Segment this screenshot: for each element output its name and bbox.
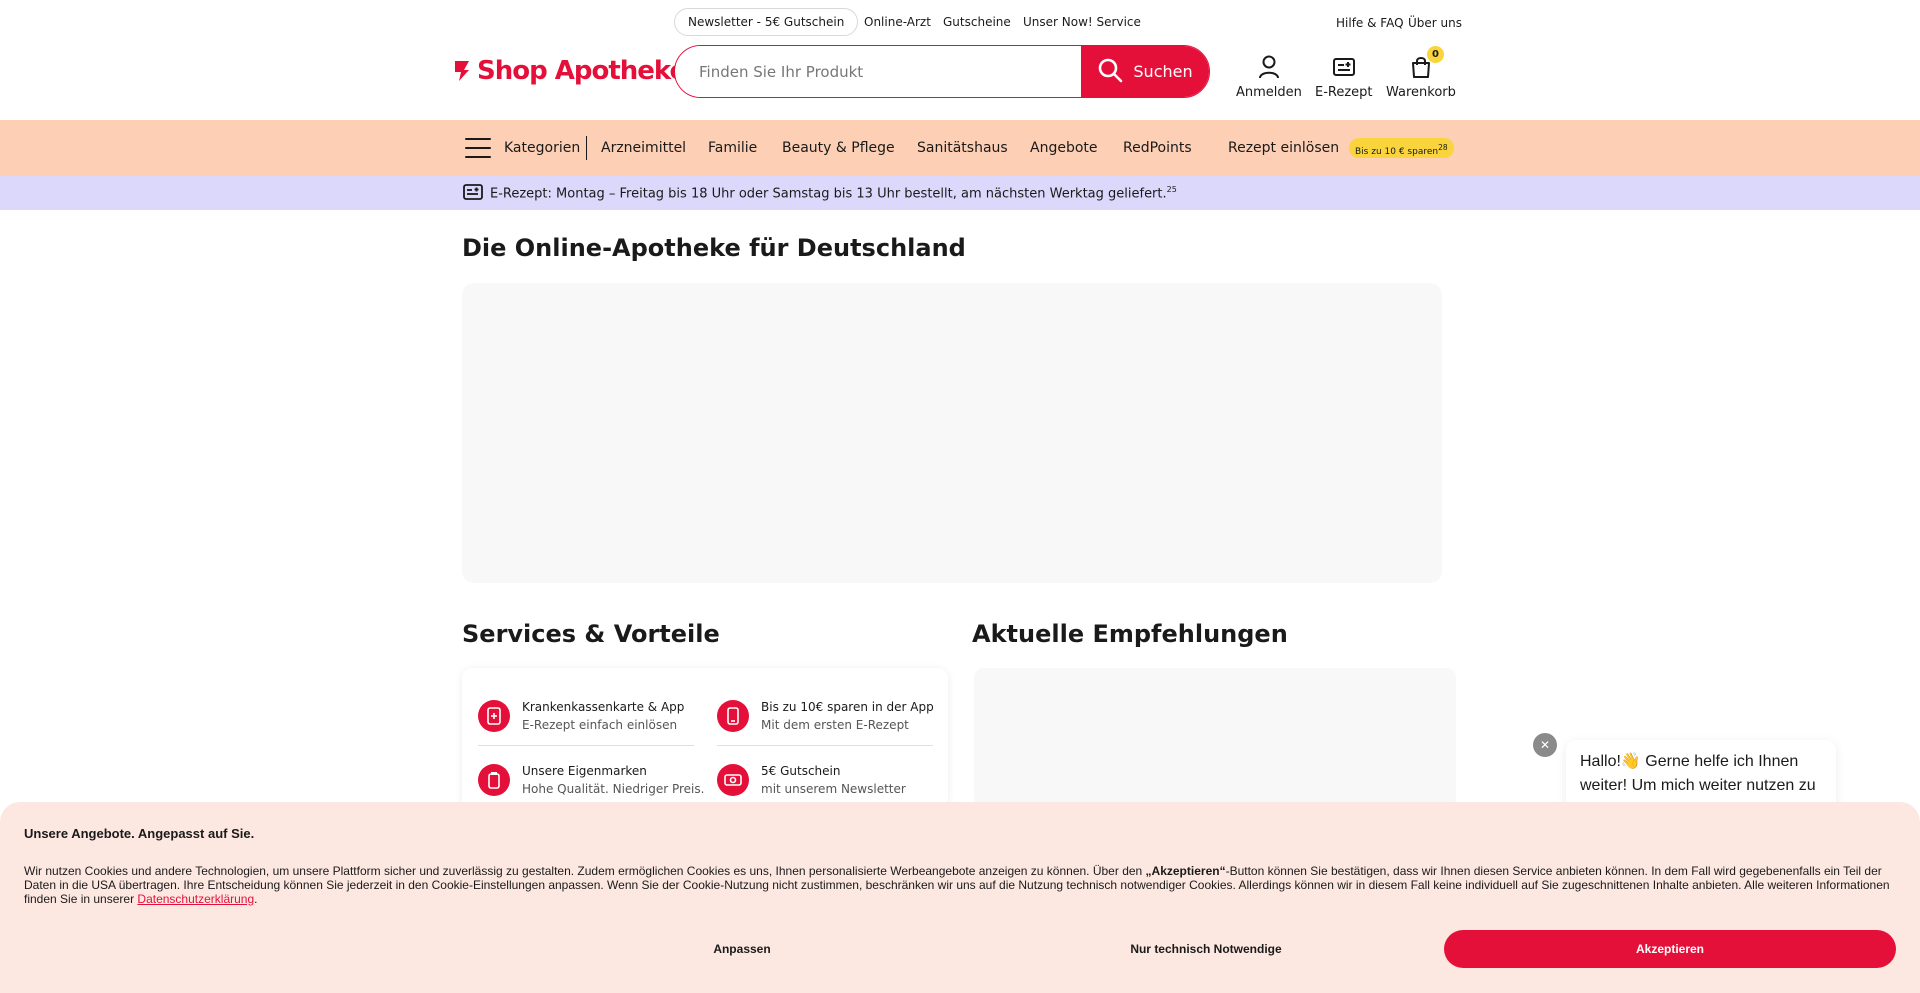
cart-label: Warenkorb xyxy=(1386,85,1456,100)
promo-text: Bis zu 10 € sparen xyxy=(1355,147,1439,157)
service-subtitle: E-Rezept einfach einlösen xyxy=(522,718,678,732)
search-input[interactable] xyxy=(675,46,1081,97)
newsletter-link[interactable]: Newsletter - 5€ Gutschein xyxy=(674,8,859,36)
own-brand-icon xyxy=(478,764,510,796)
cookie-text-part: Wir nutzen Cookies und andere Technologi… xyxy=(24,864,1146,878)
logo-mark-icon xyxy=(452,59,472,83)
shop-logo[interactable]: Shop Apotheke xyxy=(452,56,687,86)
cookie-text-bold: „Akzeptieren“ xyxy=(1145,864,1226,878)
online-arzt-link[interactable]: Online-Arzt xyxy=(864,15,931,29)
login-button[interactable]: Anmelden xyxy=(1236,54,1302,100)
nav-arzneimittel[interactable]: Arzneimittel xyxy=(601,120,686,176)
now-service-link[interactable]: Unser Now! Service xyxy=(1023,15,1141,29)
shopping-bag-icon: 0 xyxy=(1410,46,1444,80)
cookie-accept-button[interactable]: Akzeptieren xyxy=(1444,930,1896,968)
ueber-uns-link[interactable]: Über uns xyxy=(1408,16,1462,30)
gutscheine-link[interactable]: Gutscheine xyxy=(943,15,1011,29)
erezept-info-message: E-Rezept: Montag – Freitag bis 18 Uhr od… xyxy=(490,186,1167,202)
service-title: 5€ Gutschein xyxy=(761,764,841,778)
service-title: Krankenkassenkarte & App xyxy=(522,700,685,714)
promo-footnote: 28 xyxy=(1438,143,1448,152)
recommendations-placeholder xyxy=(974,668,1456,808)
erezept-button[interactable]: E-Rezept xyxy=(1315,54,1373,100)
login-label: Anmelden xyxy=(1236,85,1302,100)
erezept-card-icon xyxy=(463,184,483,204)
search-button[interactable]: Suchen xyxy=(1081,46,1209,97)
cookie-title: Unsere Angebote. Angepasst auf Sie. xyxy=(24,826,255,841)
privacy-policy-link[interactable]: Datenschutzerklärung xyxy=(137,892,254,906)
voucher-icon xyxy=(717,764,749,796)
search-icon xyxy=(1097,57,1123,87)
nav-angebote[interactable]: Angebote xyxy=(1030,120,1098,176)
nav-redpoints[interactable]: RedPoints xyxy=(1123,120,1192,176)
service-item[interactable]: Krankenkassenkarte & App E-Rezept einfac… xyxy=(478,690,694,746)
service-title: Unsere Eigenmarken xyxy=(522,764,647,778)
service-title: Bis zu 10€ sparen in der App xyxy=(761,700,934,714)
hamburger-menu-icon[interactable] xyxy=(465,138,491,158)
logo-text: Shop Apotheke xyxy=(477,56,687,86)
services-title: Services & Vorteile xyxy=(462,620,720,648)
app-phone-icon xyxy=(717,700,749,732)
user-icon xyxy=(1258,54,1280,80)
hilfe-faq-link[interactable]: Hilfe & FAQ xyxy=(1336,16,1404,30)
erezept-info-footnote: 25 xyxy=(1166,185,1177,194)
cart-button[interactable]: 0 Warenkorb xyxy=(1386,46,1456,100)
health-card-icon xyxy=(478,700,510,732)
search-bar: Suchen xyxy=(674,45,1210,98)
category-nav: Kategorien Arzneimittel Familie Beauty &… xyxy=(0,120,1920,176)
cookie-text: Wir nutzen Cookies und andere Technologi… xyxy=(24,864,1896,906)
service-subtitle: mit unserem Newsletter xyxy=(761,782,906,796)
nav-sanitaetshaus[interactable]: Sanitätshaus xyxy=(917,120,1008,176)
service-subtitle: Hohe Qualität. Niedriger Preis. xyxy=(522,782,705,796)
nav-rezept-einloesen[interactable]: Rezept einlösen xyxy=(1228,120,1339,176)
erezept-info-bar: E-Rezept: Montag – Freitag bis 18 Uhr od… xyxy=(0,176,1920,210)
cookie-banner: Unsere Angebote. Angepasst auf Sie. Wir … xyxy=(0,802,1920,993)
top-utility-bar: Newsletter - 5€ Gutschein Online-Arzt Gu… xyxy=(0,8,1920,36)
service-subtitle: Mit dem ersten E-Rezept xyxy=(761,718,909,732)
chat-close-button[interactable]: ✕ xyxy=(1533,733,1557,757)
nav-divider xyxy=(586,136,587,160)
nav-familie[interactable]: Familie xyxy=(708,120,757,176)
recommendations-title: Aktuelle Empfehlungen xyxy=(972,620,1288,648)
cookie-necessary-button[interactable]: Nur technisch Notwendige xyxy=(984,930,1428,968)
service-item[interactable]: Bis zu 10€ sparen in der App Mit dem ers… xyxy=(717,690,934,746)
nav-beauty-pflege[interactable]: Beauty & Pflege xyxy=(782,120,895,176)
cookie-text-end: . xyxy=(254,892,258,906)
erezept-info-text: E-Rezept: Montag – Freitag bis 18 Uhr od… xyxy=(490,185,1177,201)
hero-banner-placeholder xyxy=(462,283,1442,583)
erezept-label: E-Rezept xyxy=(1315,85,1373,100)
services-card: Krankenkassenkarte & App E-Rezept einfac… xyxy=(462,668,948,810)
cookie-customize-button[interactable]: Anpassen xyxy=(512,930,972,968)
search-button-label: Suchen xyxy=(1133,62,1193,81)
cart-count-badge: 0 xyxy=(1426,46,1444,63)
nav-kategorien[interactable]: Kategorien xyxy=(504,120,580,176)
page-title: Die Online-Apotheke für Deutschland xyxy=(462,234,966,262)
erezept-card-icon xyxy=(1332,54,1355,80)
promo-badge: Bis zu 10 € sparen28 xyxy=(1349,138,1454,158)
